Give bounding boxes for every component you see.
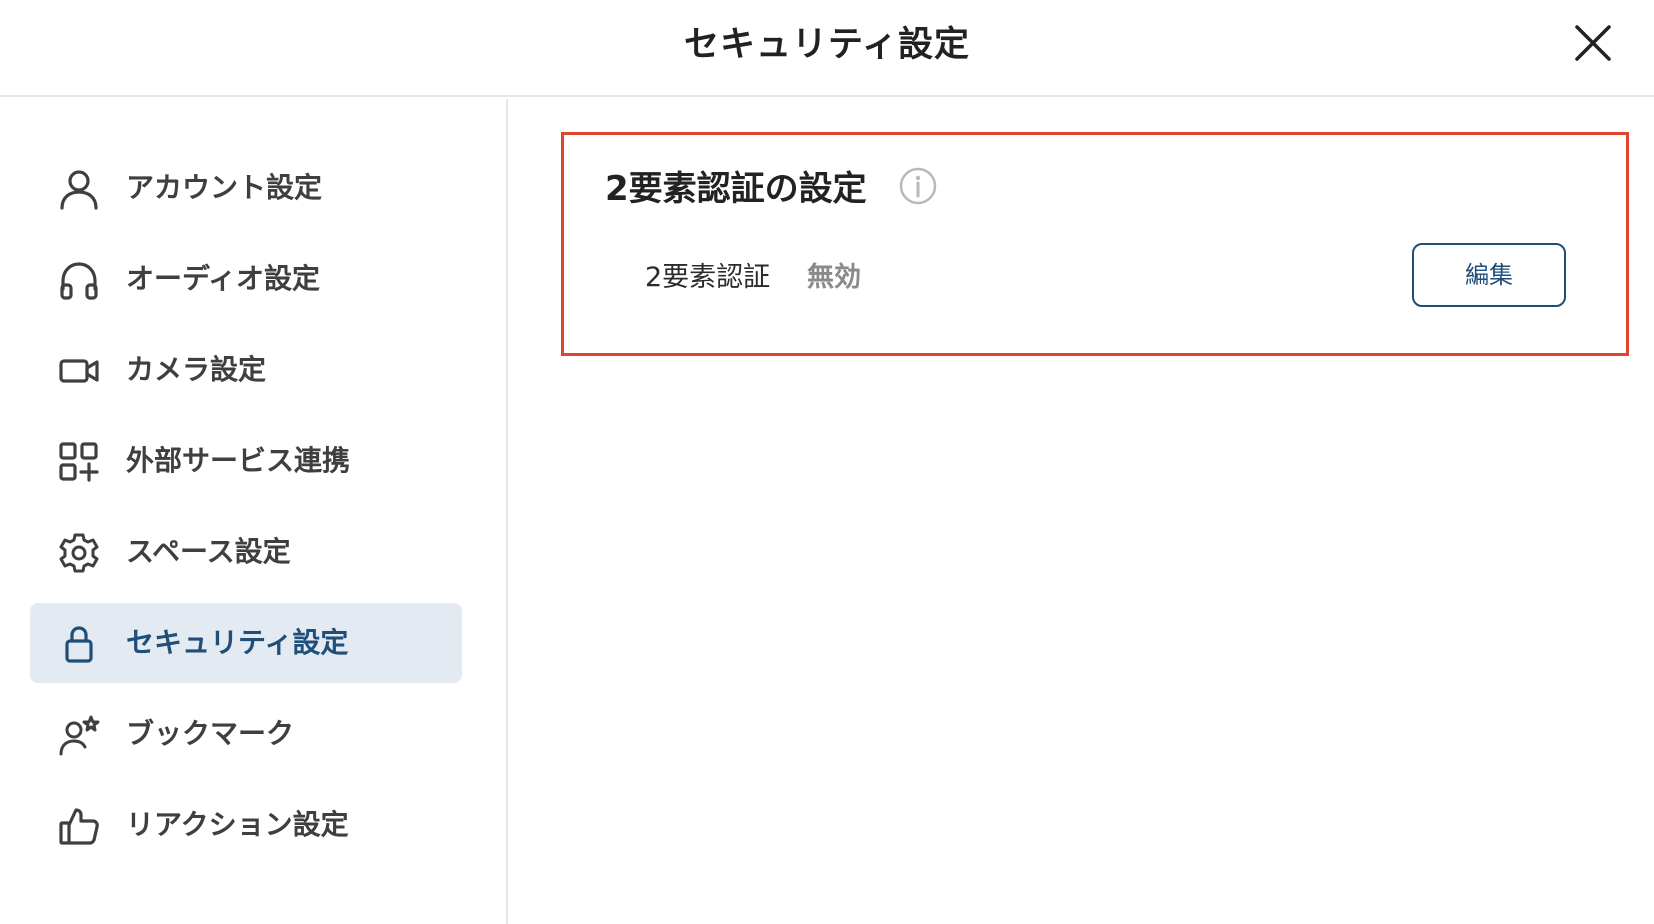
gear-icon [58,532,100,574]
security-settings-dialog: セキュリティ設定 アカウント設定 オーディオ設定 カメラ設定 外部サービス連携 … [0,0,1654,924]
two-factor-label: 2要素認証 [645,262,771,293]
close-icon [1575,25,1611,61]
section-title: 2要素認証の設定 [605,169,867,209]
video-camera-icon [58,350,100,392]
sidebar-item-security[interactable]: セキュリティ設定 [30,603,462,683]
sidebar-item-camera[interactable]: カメラ設定 [30,330,462,410]
two-factor-status: 無効 [807,262,861,293]
info-icon[interactable] [898,166,938,206]
sidebar-item-space[interactable]: スペース設定 [30,512,462,592]
sidebar-item-label: リアクション設定 [126,808,349,841]
sidebar-item-label: 外部サービス連携 [126,444,351,477]
settings-sidebar: アカウント設定 オーディオ設定 カメラ設定 外部サービス連携 スペース設定 セキ… [0,99,508,924]
dialog-title: セキュリティ設定 [684,25,970,65]
settings-main-panel: 2要素認証の設定 2要素認証 無効 編集 [510,99,1654,924]
thumbs-up-icon [58,805,100,847]
sidebar-item-label: オーディオ設定 [126,262,321,295]
sidebar-item-label: カメラ設定 [126,353,267,386]
sidebar-item-account[interactable]: アカウント設定 [30,148,462,228]
user-icon [58,168,100,210]
user-star-icon [58,714,100,756]
lock-icon [58,623,100,665]
sidebar-item-label: スペース設定 [126,535,291,568]
apps-add-icon [58,441,100,483]
sidebar-item-label: セキュリティ設定 [126,626,349,659]
headphones-icon [58,259,100,301]
sidebar-item-integrations[interactable]: 外部サービス連携 [30,421,462,501]
close-button[interactable] [1572,22,1614,64]
sidebar-item-bookmark[interactable]: ブックマーク [30,694,462,774]
sidebar-item-audio[interactable]: オーディオ設定 [30,239,462,319]
sidebar-item-label: ブックマーク [126,717,295,750]
sidebar-item-label: アカウント設定 [126,171,323,204]
edit-button[interactable]: 編集 [1412,243,1566,307]
sidebar-item-reaction[interactable]: リアクション設定 [30,785,462,865]
dialog-header: セキュリティ設定 [0,0,1654,97]
